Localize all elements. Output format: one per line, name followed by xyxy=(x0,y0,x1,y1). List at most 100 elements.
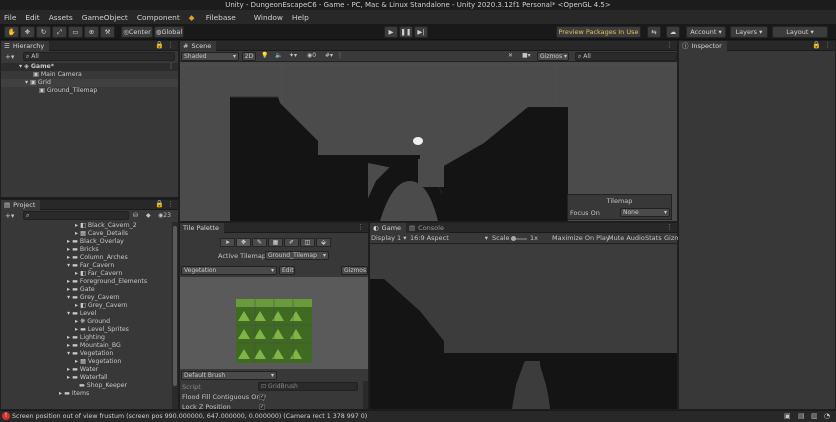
tab-console[interactable]: ▤ Console xyxy=(406,223,449,233)
lighting-icon[interactable]: 💡 xyxy=(261,52,268,59)
project-folder[interactable]: ▾ ▬ Vegetation xyxy=(1,350,171,358)
project-folder[interactable]: ▸ ▬ Bricks xyxy=(1,246,171,254)
shading-dropdown[interactable]: Shaded ▾ xyxy=(181,52,239,61)
cloud-icon[interactable]: ☁ xyxy=(666,26,680,38)
edit-palette-button[interactable]: Edit xyxy=(279,266,295,275)
menu-file[interactable]: File xyxy=(4,13,16,22)
menu-assets[interactable]: Assets xyxy=(49,13,73,22)
panel-menu-icon[interactable]: ⋮ xyxy=(666,41,673,50)
panel-menu-icon[interactable]: ⋮ xyxy=(167,41,174,50)
eraser-icon[interactable]: ◫ xyxy=(300,238,315,247)
panel-menu-icon[interactable]: ⋮ xyxy=(824,41,831,50)
camera-gizmo-icon[interactable] xyxy=(413,137,423,145)
account-dropdown[interactable]: Account ▾ xyxy=(686,26,726,38)
filter-type-icon[interactable]: ⛁ xyxy=(133,212,138,219)
auto-generate-lighting-icon[interactable]: ◔ xyxy=(824,412,830,420)
scale-tool-icon[interactable]: ⤢ xyxy=(52,26,67,38)
grid-snap-icon[interactable]: #▾ xyxy=(325,52,333,59)
menu-edit[interactable]: Edit xyxy=(25,13,39,22)
bug-report-icon[interactable]: ▣ xyxy=(784,412,791,420)
lock-icon[interactable]: 🔒 xyxy=(812,41,821,50)
hierarchy-item-ground-tilemap[interactable]: ▣ Ground_Tilemap xyxy=(1,87,178,95)
panel-menu-icon[interactable]: ⋮ xyxy=(357,223,364,232)
tab-scene[interactable]: # Scene xyxy=(180,41,217,51)
global-button[interactable]: ◍Global xyxy=(154,26,184,38)
transform-tool-icon[interactable]: ⊕ xyxy=(84,26,99,38)
add-icon[interactable]: +▾ xyxy=(5,212,14,220)
add-icon[interactable]: +▾ xyxy=(5,53,15,61)
project-folder[interactable]: ▸ ▬ Lighting xyxy=(1,334,171,342)
menu-filebase[interactable]: ◆ Filebase xyxy=(189,13,245,22)
project-folder[interactable]: ▸ ▬ Mountain_BG xyxy=(1,342,171,350)
display-dropdown[interactable]: Display 1 ▾ xyxy=(371,234,407,242)
select-tool-icon[interactable]: ➤ xyxy=(220,238,235,247)
scale-slider-thumb[interactable] xyxy=(511,236,516,241)
mute-audio-toggle[interactable]: Mute Audio xyxy=(608,234,645,242)
active-tilemap-dropdown[interactable]: Ground_Tilemap ▾ xyxy=(265,251,329,260)
project-item[interactable]: ▸ ◧ Far_Cavern xyxy=(1,270,171,278)
row-menu-icon[interactable]: ⋮ xyxy=(168,63,174,71)
scrollbar-thumb[interactable] xyxy=(173,226,177,386)
flood-fill-checkbox[interactable]: ✓ xyxy=(259,394,265,400)
project-folder[interactable]: ▸ ▬ Gate xyxy=(1,286,171,294)
hierarchy-search-input[interactable]: ⌕ All xyxy=(23,52,175,61)
menu-gameobject[interactable]: GameObject xyxy=(82,13,128,22)
project-item[interactable]: ▸ ▦ Vegetation xyxy=(1,358,171,366)
move-tool-icon[interactable]: ✥ xyxy=(236,238,251,247)
picker-icon[interactable]: ✐ xyxy=(284,238,299,247)
effects-icon[interactable]: ✦▾ xyxy=(289,52,297,59)
menu-component[interactable]: Component xyxy=(137,13,180,22)
focus-on-dropdown[interactable]: None ▾ xyxy=(620,208,670,217)
project-item[interactable]: ▸ ◧ Grey_Cavern xyxy=(1,302,171,310)
layout-dropdown[interactable]: Layout ▾ xyxy=(772,26,828,38)
project-folder[interactable]: ▾ ▬ Far_Cavern xyxy=(1,262,171,270)
project-folder[interactable]: ▸ ▬ Items xyxy=(1,390,171,398)
preview-packages-button[interactable]: Preview Packages In Use ▾ xyxy=(556,26,641,46)
stats-toggle[interactable]: Stats xyxy=(645,234,662,242)
project-folder[interactable]: ▾ ▬ Level xyxy=(1,310,171,318)
lock-icon[interactable]: 🔒 xyxy=(155,41,164,50)
palette-scrollbar[interactable] xyxy=(363,381,368,409)
project-folder[interactable]: ▸ ▬ Column_Arches xyxy=(1,254,171,262)
tab-inspector[interactable]: ⓘ Inspector xyxy=(679,41,727,51)
project-item[interactable]: ▸ ◧ Black_Cavern_2 xyxy=(1,222,171,230)
status-bar[interactable]: ! Screen position out of view frustum (s… xyxy=(0,410,836,422)
scene-search-input[interactable]: ⌕ All xyxy=(575,52,677,61)
project-folder[interactable]: ▸ ▬ Black_Overlay xyxy=(1,238,171,246)
hierarchy-scene-row[interactable]: ▾ ◈ Game* ⋮ xyxy=(1,63,178,71)
scale-slider[interactable] xyxy=(511,236,527,241)
hidden-objects-toggle[interactable]: ◉0 xyxy=(307,52,316,59)
aspect-dropdown[interactable]: 16:9 Aspect ▾ xyxy=(410,234,488,242)
project-folder[interactable]: ▾ ▬ Grey_Cavern xyxy=(1,294,171,302)
more-icon[interactable]: ⋮ xyxy=(337,52,343,59)
menu-help[interactable]: Help xyxy=(292,13,309,22)
pause-button[interactable]: ❚❚ xyxy=(399,26,413,38)
project-folder[interactable]: ▸ ▬ Water xyxy=(1,366,171,374)
project-item[interactable]: ▬ Shop_Keeper xyxy=(1,382,171,390)
box-fill-icon[interactable]: ▦ xyxy=(268,238,283,247)
rotate-tool-icon[interactable]: ↻ xyxy=(36,26,51,38)
filter-label-icon[interactable]: ◆ xyxy=(146,212,151,219)
2d-toggle[interactable]: 2D xyxy=(242,52,256,61)
audio-icon[interactable]: 🔈 xyxy=(275,52,282,59)
project-search-input[interactable]: ⌕ xyxy=(23,211,129,220)
game-viewport[interactable] xyxy=(370,245,677,409)
layers-dropdown[interactable]: Layers ▾ xyxy=(730,26,768,38)
maximize-on-play-toggle[interactable]: Maximize On Play xyxy=(552,234,610,242)
hidden-packages-count[interactable]: ◉23 xyxy=(158,212,171,219)
hand-tool-icon[interactable]: ✋ xyxy=(4,26,19,38)
project-item[interactable]: ▸ ❋ Ground xyxy=(1,318,171,326)
fill-icon[interactable]: ⬙ xyxy=(316,238,331,247)
collab-icon[interactable]: ⇆ xyxy=(647,26,661,38)
paint-brush-icon[interactable]: ✎ xyxy=(252,238,267,247)
hierarchy-item-grid[interactable]: ▾ ▣ Grid xyxy=(1,79,178,87)
project-scrollbar[interactable] xyxy=(172,222,178,409)
custom-tool-icon[interactable]: ⚒ xyxy=(100,26,115,38)
tab-game[interactable]: ◐ Game xyxy=(370,223,407,233)
play-button[interactable]: ▶ xyxy=(384,26,398,38)
panel-menu-icon[interactable]: ⋮ xyxy=(666,223,673,232)
project-folder[interactable]: ▸ ▬ Waterfall xyxy=(1,374,171,382)
lock-icon[interactable]: 🔒 xyxy=(155,200,164,209)
palette-grid[interactable] xyxy=(180,277,368,369)
tab-project[interactable]: ▤ Project xyxy=(1,200,41,210)
